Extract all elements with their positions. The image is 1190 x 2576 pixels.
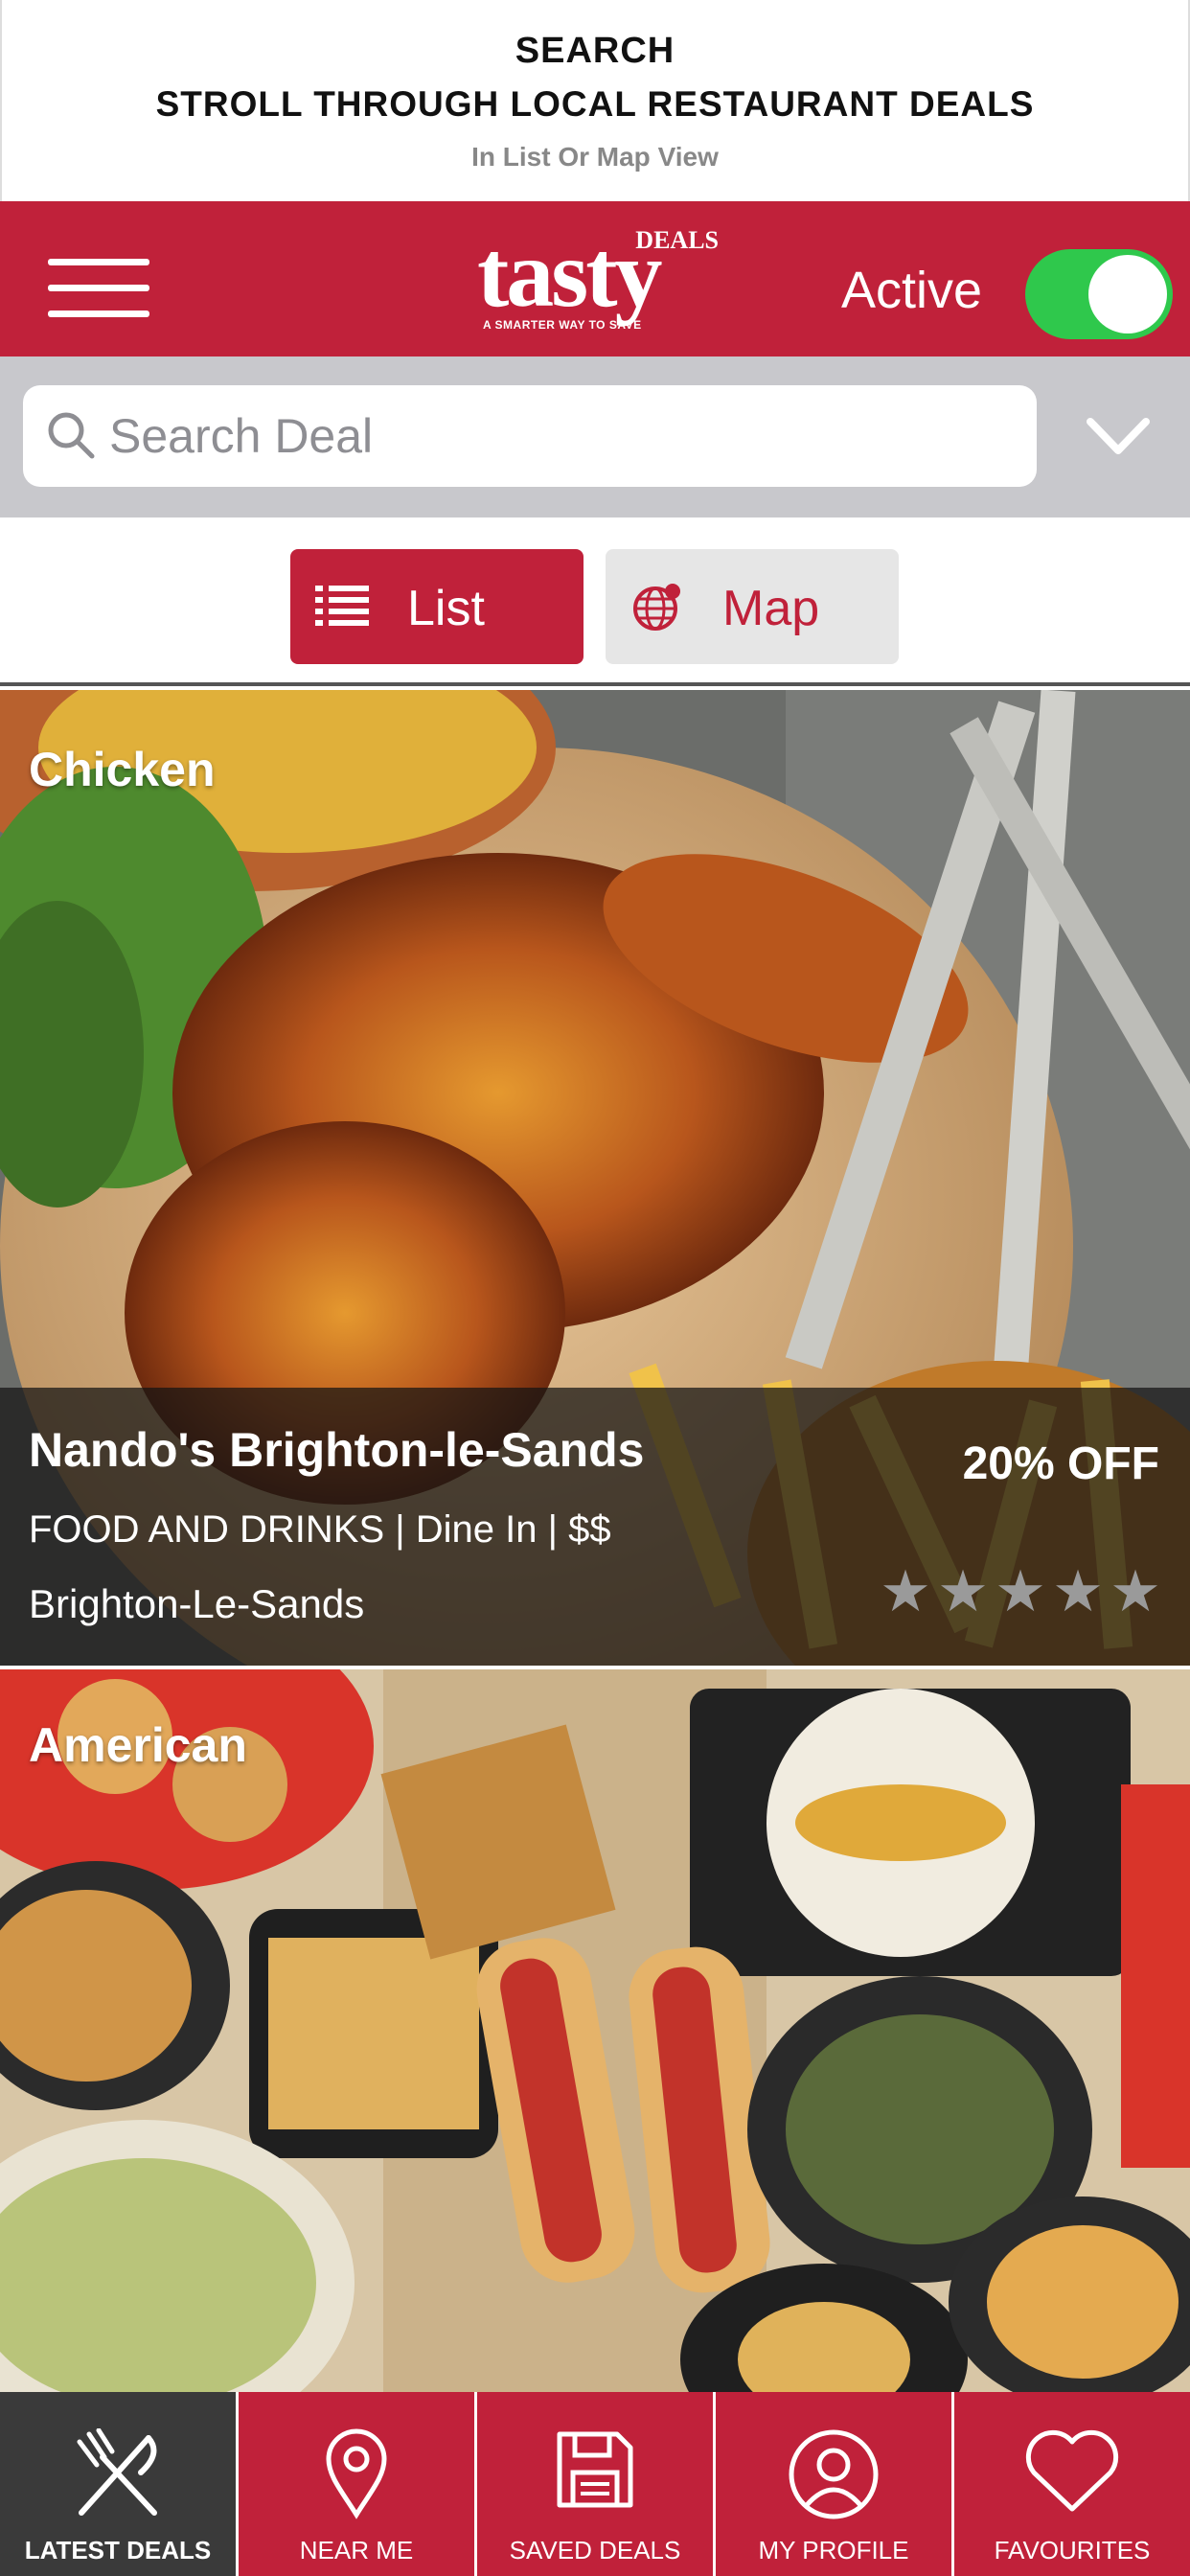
- list-label: List: [407, 581, 485, 636]
- promo-banner: SEARCH STROLL THROUGH LOCAL RESTAURANT D…: [0, 0, 1190, 201]
- search-box[interactable]: [23, 385, 1037, 487]
- nav-label: SAVED DEALS: [509, 2536, 681, 2564]
- view-toggle-bar: List Map: [0, 518, 1190, 686]
- menu-icon[interactable]: [48, 259, 149, 318]
- logo-tagline: A SMARTER WAY TO SAVE: [483, 318, 642, 332]
- deal-meta: FOOD AND DRINKS | Dine In | $$: [29, 1508, 611, 1551]
- promo-caption: In List Or Map View: [471, 142, 719, 172]
- map-view-button[interactable]: Map: [606, 549, 899, 664]
- nav-favourites[interactable]: FAVOURITES: [954, 2392, 1190, 2576]
- logo-word: tasty: [477, 220, 663, 327]
- deal-category: Chicken: [29, 743, 216, 796]
- globe-icon: [633, 584, 680, 631]
- chevron-down-icon[interactable]: [1085, 412, 1152, 460]
- nav-saved-deals[interactable]: SAVED DEALS: [477, 2392, 716, 2576]
- nav-my-profile[interactable]: MY PROFILE: [716, 2392, 954, 2576]
- active-label: Active: [841, 262, 983, 319]
- app-header: DEALS tasty A SMARTER WAY TO SAVE Active: [0, 201, 1190, 356]
- deal-location: Brighton-Le-Sands: [29, 1581, 365, 1626]
- nav-near-me[interactable]: NEAR ME: [239, 2392, 477, 2576]
- active-toggle[interactable]: [1025, 249, 1173, 339]
- heart-icon: [1025, 2429, 1119, 2512]
- toggle-knob: [1088, 255, 1167, 334]
- list-icon: [315, 586, 369, 626]
- user-circle-icon: [789, 2429, 879, 2519]
- map-label: Map: [722, 581, 820, 636]
- deal-card[interactable]: American: [0, 1669, 1190, 2393]
- deal-category: American: [29, 1718, 247, 1772]
- nav-latest-deals[interactable]: LATEST DEALS: [0, 2392, 239, 2576]
- food-photo-american: [0, 1669, 1190, 2393]
- tasty-deals-logo: DEALS tasty A SMARTER WAY TO SAVE: [469, 224, 719, 339]
- star-icon: ★: [1110, 1559, 1161, 1623]
- list-view-button[interactable]: List: [290, 549, 584, 664]
- search-icon: [48, 412, 95, 459]
- star-icon: ★: [995, 1559, 1046, 1623]
- star-icon: ★: [1052, 1559, 1104, 1623]
- location-pin-icon: [326, 2428, 387, 2519]
- promo-title: SEARCH: [515, 31, 675, 71]
- deal-card[interactable]: Chicken Nando's Brighton-le-Sands FOOD A…: [0, 690, 1190, 1666]
- bottom-nav: LATEST DEALS NEAR ME SAVED DEALS MY PROF…: [0, 2392, 1190, 2576]
- floppy-disk-icon: [557, 2431, 633, 2508]
- nav-label: NEAR ME: [299, 2536, 414, 2564]
- search-input[interactable]: [109, 401, 1010, 472]
- rating-stars: ★ ★ ★ ★ ★: [880, 1559, 1161, 1623]
- nav-label: MY PROFILE: [758, 2536, 909, 2564]
- deal-discount: 20% OFF: [962, 1438, 1159, 1489]
- star-icon: ★: [880, 1559, 931, 1623]
- nav-label: LATEST DEALS: [24, 2536, 212, 2564]
- nav-label: FAVOURITES: [994, 2536, 1151, 2564]
- star-icon: ★: [937, 1559, 989, 1623]
- search-bar: [0, 356, 1190, 518]
- fork-knife-icon: [77, 2428, 157, 2516]
- deal-restaurant-name: Nando's Brighton-le-Sands: [29, 1423, 645, 1477]
- deal-info-overlay: Nando's Brighton-le-Sands FOOD AND DRINK…: [0, 1388, 1190, 1666]
- promo-subtitle: STROLL THROUGH LOCAL RESTAURANT DEALS: [155, 84, 1035, 124]
